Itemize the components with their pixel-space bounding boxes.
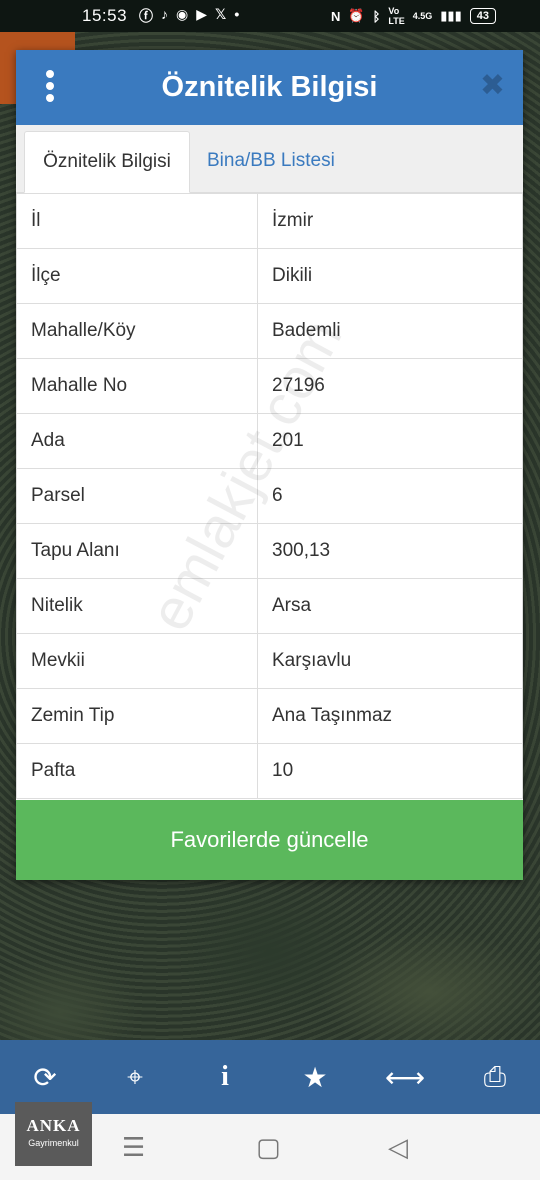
update-favorites-button[interactable]: Favorilerde güncelle: [16, 800, 523, 880]
signal-icon: ▮▮▮: [440, 8, 462, 23]
attribute-value: 10: [257, 743, 523, 799]
table-row: İl İzmir: [16, 193, 523, 249]
attribute-value: Dikili: [257, 248, 523, 304]
battery-indicator: 43: [469, 8, 496, 24]
dialog-title: Öznitelik Bilgisi: [161, 71, 378, 103]
attribute-key: Pafta: [16, 743, 258, 799]
spotify-icon: ◉: [176, 6, 189, 22]
table-row: Nitelik Arsa: [16, 578, 523, 634]
attribute-key: Tapu Alanı: [16, 523, 258, 579]
info-icon[interactable]: i: [195, 1061, 255, 1093]
table-row: Mahalle/Köy Bademli: [16, 303, 523, 359]
volte-icon: Vo LTE: [388, 6, 405, 26]
measure-icon[interactable]: ⟷: [375, 1061, 435, 1094]
alarm-icon: ⏰: [348, 8, 365, 23]
attribute-value: 6: [257, 468, 523, 524]
attribute-key: İlçe: [16, 248, 258, 304]
logo-subtitle: Gayrimenkul: [28, 1138, 79, 1148]
system-icons: N ⏰ ᛒ Vo LTE 4.5G ▮▮▮ 43: [331, 6, 496, 26]
table-row: Tapu Alanı 300,13: [16, 523, 523, 579]
refresh-icon[interactable]: ⟳: [15, 1061, 75, 1094]
attribute-value: 300,13: [257, 523, 523, 579]
table-row: Zemin Tip Ana Taşınmaz: [16, 688, 523, 744]
tab-attribute-info[interactable]: Öznitelik Bilgisi: [24, 131, 190, 193]
tiktok-icon: ♪: [161, 6, 169, 22]
recent-apps-icon[interactable]: ☰: [122, 1132, 145, 1163]
back-icon[interactable]: ◁: [388, 1132, 408, 1163]
attribute-key: Parsel: [16, 468, 258, 524]
facebook-icon: ⓕ: [139, 8, 154, 24]
attribute-value: 201: [257, 413, 523, 469]
logo-name: ANKA: [26, 1116, 81, 1135]
table-row: Ada 201: [16, 413, 523, 469]
table-row: İlçe Dikili: [16, 248, 523, 304]
status-time: 15:53: [82, 6, 128, 25]
tab-building-list[interactable]: Bina/BB Listesi: [207, 131, 335, 191]
print-icon[interactable]: ⎙: [465, 1061, 525, 1094]
star-icon[interactable]: ★: [285, 1061, 345, 1094]
dot-icon: •: [234, 6, 240, 22]
system-nav-bar: ANKA Gayrimenkul ☰ ▢ ◁: [0, 1102, 540, 1180]
attribute-dialog: Öznitelik Bilgisi ✖ Öznitelik Bilgisi Bi…: [16, 50, 523, 880]
dialog-header: Öznitelik Bilgisi ✖: [16, 50, 523, 125]
youtube-icon: ▶: [196, 6, 208, 22]
attribute-key: Nitelik: [16, 578, 258, 634]
attribute-value: İzmir: [257, 193, 523, 249]
close-icon[interactable]: ✖: [480, 68, 505, 103]
attribute-value: Karşıavlu: [257, 633, 523, 689]
attribute-key: Mahalle No: [16, 358, 258, 414]
table-row: Pafta 10: [16, 743, 523, 799]
attribute-value: Bademli: [257, 303, 523, 359]
attribute-key: Zemin Tip: [16, 688, 258, 744]
attribute-key: Mevkii: [16, 633, 258, 689]
x-icon: 𝕏: [215, 6, 227, 22]
network-label: 4.5G: [412, 11, 433, 21]
attribute-key: Ada: [16, 413, 258, 469]
attribute-table: İl İzmir İlçe Dikili Mahalle/Köy Bademli Mahal…: [16, 193, 523, 799]
agency-logo: ANKA Gayrimenkul: [15, 1102, 92, 1166]
attribute-key: Mahalle/Köy: [16, 303, 258, 359]
nfc-icon: N: [331, 8, 341, 24]
more-menu-icon[interactable]: [44, 70, 56, 104]
bluetooth-icon: ᛒ: [372, 8, 381, 24]
table-row: Mahalle No 27196: [16, 358, 523, 414]
tab-bar: Öznitelik Bilgisi Bina/BB Listesi: [16, 125, 523, 193]
table-row: Mevkii Karşıavlu: [16, 633, 523, 689]
attribute-value: Ana Taşınmaz: [257, 688, 523, 744]
attribute-key: İl: [16, 193, 258, 249]
attribute-value: Arsa: [257, 578, 523, 634]
home-icon[interactable]: ▢: [256, 1132, 281, 1163]
crosshair-icon[interactable]: ⌖: [105, 1061, 165, 1094]
table-row: Parsel 6: [16, 468, 523, 524]
status-bar: 15:53 ⓕ ♪ ◉ ▶ 𝕏 • N ⏰ ᛒ Vo LTE 4.5G ▮▮▮ 4…: [0, 0, 540, 32]
notification-icons: ⓕ ♪ ◉ ▶ 𝕏 •: [139, 6, 239, 26]
attribute-value: 27196: [257, 358, 523, 414]
